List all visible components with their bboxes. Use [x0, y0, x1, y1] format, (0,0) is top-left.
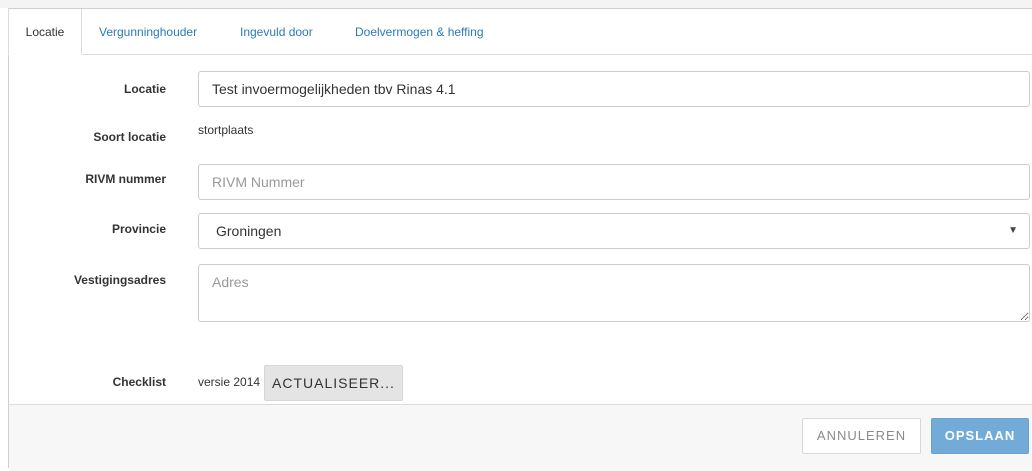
rivm-nummer-input[interactable] [198, 164, 1030, 200]
checklist-version: versie 2014 [198, 375, 261, 389]
vestigingsadres-label: Vestigingsadres [73, 273, 166, 287]
tab-vergunninghouder[interactable]: Vergunninghouder [99, 9, 197, 54]
rivm-nummer-label: RIVM nummer [85, 172, 166, 186]
provincie-label: Provincie [111, 222, 166, 236]
provincie-select[interactable]: Groningen ▼ [198, 213, 1030, 249]
tab-bar: Locatie Vergunninghouder Ingevuld door D… [8, 9, 1032, 55]
top-strip [0, 0, 1032, 8]
edit-panel: Locatie Vergunninghouder Ingevuld door D… [8, 8, 1032, 471]
soort-locatie-value: stortplaats [198, 123, 254, 137]
form-footer: ANNULEREN OPSLAAN [9, 404, 1032, 471]
tab-doelvermogen-heffing[interactable]: Doelvermogen & heffing [355, 9, 484, 54]
vestigingsadres-textarea[interactable] [198, 264, 1030, 322]
soort-locatie-label: Soort locatie [93, 130, 166, 144]
actualiseer-button[interactable]: ACTUALISEER... [264, 365, 403, 401]
tab-locatie[interactable]: Locatie [8, 9, 82, 55]
provincie-selected-value: Groningen [216, 223, 282, 239]
locatie-input[interactable] [198, 71, 1030, 107]
save-button[interactable]: OPSLAAN [931, 418, 1029, 454]
tab-ingevuld-door[interactable]: Ingevuld door [240, 9, 313, 54]
cancel-button[interactable]: ANNULEREN [802, 418, 921, 454]
caret-down-icon: ▼ [1008, 225, 1018, 236]
locatie-label: Locatie [123, 82, 166, 96]
checklist-label: Checklist [112, 375, 166, 389]
